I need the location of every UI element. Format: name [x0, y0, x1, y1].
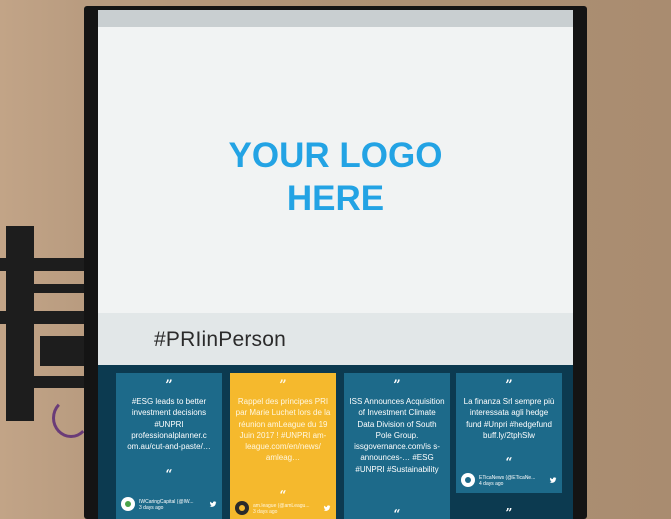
social-feed: ” #ESG leads to better investment decisi…: [98, 365, 573, 519]
feed-card[interactable]: ” Rappel des principes PRI par Marie Luc…: [230, 373, 336, 519]
twitter-icon: [209, 501, 217, 507]
card-text: ISS Announces Acquisition of Investment …: [349, 397, 445, 474]
quote-icon: “: [505, 455, 513, 469]
logo-line-1: YOUR LOGO: [228, 136, 443, 175]
display-screen: YOUR LOGO HERE #PRIinPerson ” #ESG leads…: [98, 10, 573, 519]
card-meta: ETicaNews (@ETicaNe... 4 days ago: [479, 475, 545, 487]
card-footer: am.league (@amLeagu... 3 days ago: [235, 501, 331, 517]
logo-placeholder: YOUR LOGO HERE: [98, 134, 573, 220]
quote-icon: ”: [393, 378, 401, 393]
card-time: 4 days ago: [479, 481, 504, 487]
card-footer: IWCaringCapital (@IW... 3 days ago: [121, 497, 217, 513]
twitter-icon: [549, 477, 557, 483]
screen-top-strip: [98, 10, 573, 27]
quote-icon: “: [165, 467, 173, 481]
avatar: [121, 497, 135, 511]
hashtag-bar: #PRIinPerson: [98, 313, 573, 365]
logo-line-2: HERE: [286, 179, 385, 218]
card-meta: IWCaringCapital (@IW... 3 days ago: [139, 499, 205, 511]
quote-icon: “: [393, 507, 401, 519]
twitter-icon: [323, 505, 331, 511]
logo-icon: [239, 505, 245, 511]
quote-icon: ”: [279, 378, 287, 393]
feed-card[interactable]: ” #ESG leads to better investment decisi…: [116, 373, 222, 519]
feed-card[interactable]: ” ISS Announces Acquisition of Investmen…: [344, 373, 450, 519]
card-time: 3 days ago: [139, 505, 164, 511]
leaf-icon: [125, 501, 131, 507]
card-meta: am.league (@amLeagu... 3 days ago: [253, 503, 319, 515]
quote-icon: ”: [505, 378, 513, 393]
card-text: #ESG leads to better investment decision…: [127, 397, 211, 452]
quote-icon: “: [279, 488, 287, 502]
card-footer: ETicaNews (@ETicaNe... 4 days ago: [461, 473, 557, 489]
logo-icon: [465, 477, 471, 483]
card-text: La finanza Srl sempre più interessata ag…: [463, 397, 555, 440]
quote-icon: ”: [165, 378, 173, 393]
card-time: 3 days ago: [253, 509, 278, 515]
card-text: Rappel des principes PRI par Marie Luche…: [235, 397, 331, 463]
logo-panel: YOUR LOGO HERE: [98, 27, 573, 324]
avatar: [461, 473, 475, 487]
feed-card[interactable]: ” La finanza Srl sempre più interessata …: [456, 373, 562, 493]
avatar: [235, 501, 249, 515]
quote-icon: ”: [505, 506, 513, 519]
hashtag-title: #PRIinPerson: [154, 328, 286, 351]
